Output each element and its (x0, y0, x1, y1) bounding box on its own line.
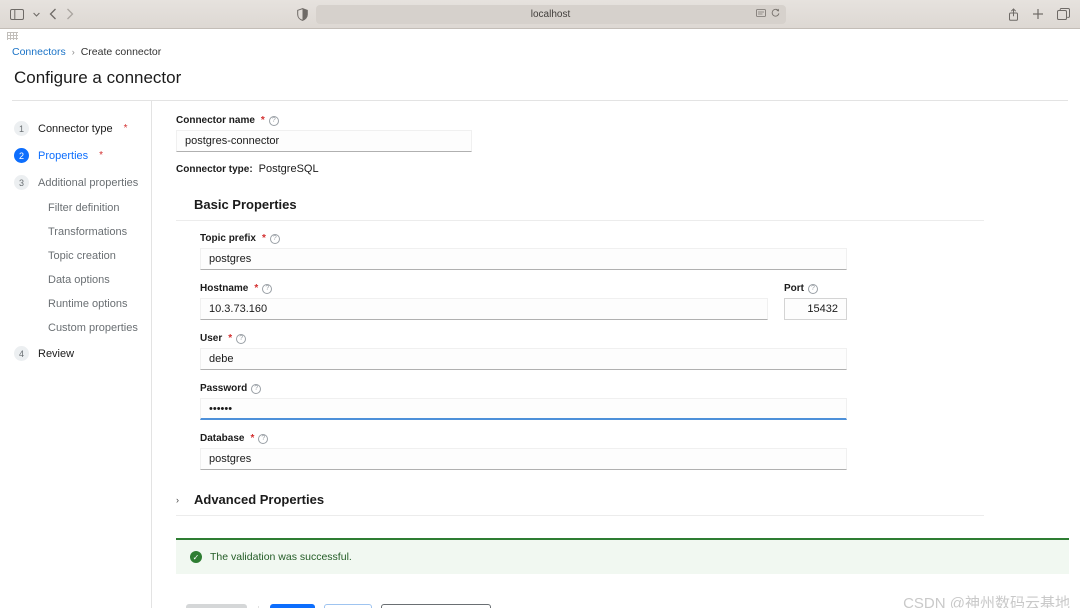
review-and-finish-button[interactable]: Review and finish (381, 604, 491, 608)
user-label: User * ? (200, 333, 847, 344)
database-label: Database * ? (200, 433, 847, 444)
user-group: User * ? debe (200, 333, 847, 370)
advanced-properties-title: Advanced Properties (194, 492, 324, 507)
hostname-group: Hostname * ? 10.3.73.160 (200, 283, 768, 320)
help-icon[interactable]: ? (270, 234, 280, 244)
form-content: Connector name * ? postgres-connector Co… (152, 101, 1080, 608)
sidebar-item-topic-creation[interactable]: Topic creation (0, 244, 151, 268)
password-group: Password ? •••••• (200, 383, 847, 420)
user-input[interactable]: debe (200, 348, 847, 370)
sidebar-step-label: Review (38, 348, 74, 360)
connector-name-input[interactable]: postgres-connector (176, 130, 472, 152)
sidebar-item-data-options[interactable]: Data options (0, 268, 151, 292)
chevron-down-icon[interactable] (33, 12, 40, 17)
help-icon[interactable]: ? (251, 384, 261, 394)
required-asterisk: * (228, 333, 232, 344)
section-divider (176, 515, 984, 516)
sidebar-step-connector-type[interactable]: 1 Connector type * (0, 115, 151, 142)
required-asterisk: * (124, 123, 128, 134)
connector-type-label: Connector type: (176, 164, 253, 175)
help-icon[interactable]: ? (236, 334, 246, 344)
basic-properties-header[interactable]: ⱟ Basic Properties (176, 197, 1080, 212)
breadcrumb: Connectors › Create connector (0, 42, 1080, 58)
breadcrumb-current: Create connector (81, 46, 162, 58)
step-number: 1 (14, 121, 29, 136)
check-circle-icon: ✓ (190, 551, 202, 563)
chevron-down-icon: ⱟ (176, 200, 184, 210)
port-input[interactable]: 15432 (784, 298, 847, 320)
topic-prefix-input[interactable]: postgres (200, 248, 847, 270)
password-input[interactable]: •••••• (200, 398, 847, 420)
url-text: localhost (531, 9, 570, 20)
sidebar-step-additional-properties[interactable]: 3 Additional properties (0, 169, 151, 196)
sidebar-item-filter-definition[interactable]: Filter definition (0, 196, 151, 220)
required-asterisk: * (261, 115, 265, 126)
sidebar-step-label: Properties (38, 150, 88, 162)
grid-icon (7, 32, 18, 40)
required-asterisk: * (262, 233, 266, 244)
reload-icon[interactable] (771, 8, 780, 20)
breadcrumb-link-connectors[interactable]: Connectors (12, 46, 66, 58)
port-label: Port ? (784, 283, 847, 294)
validate-button[interactable]: Validate (186, 604, 247, 608)
password-label: Password ? (200, 383, 847, 394)
database-input[interactable]: postgres (200, 448, 847, 470)
step-number: 4 (14, 346, 29, 361)
validation-alert: ✓ The validation was successful. (176, 538, 1069, 574)
plus-icon[interactable] (1032, 8, 1044, 20)
sidebar-toggle-icon[interactable] (10, 9, 24, 20)
help-icon[interactable]: ? (269, 116, 279, 126)
favicon-strip (0, 29, 1080, 42)
topic-prefix-group: Topic prefix * ? postgres (200, 233, 847, 270)
hostname-port-row: Hostname * ? 10.3.73.160 Port ? 15432 (200, 283, 847, 320)
forward-arrow-icon[interactable] (66, 8, 74, 20)
basic-properties-title: Basic Properties (194, 197, 297, 212)
tab-overview-icon[interactable] (1057, 8, 1070, 20)
reader-icon[interactable] (756, 9, 766, 20)
back-button[interactable]: Back (324, 604, 372, 608)
port-group: Port ? 15432 (784, 283, 847, 320)
hostname-input[interactable]: 10.3.73.160 (200, 298, 768, 320)
sidebar-step-review[interactable]: 4 Review (0, 340, 151, 367)
sidebar-step-label: Additional properties (38, 177, 138, 189)
chevron-right-icon: › (176, 495, 184, 505)
advanced-properties-header[interactable]: › Advanced Properties (176, 492, 1080, 507)
connector-name-group: Connector name * ? postgres-connector (176, 115, 472, 152)
back-arrow-icon[interactable] (49, 8, 57, 20)
topic-prefix-label: Topic prefix * ? (200, 233, 847, 244)
sidebar-step-properties[interactable]: 2 Properties * (0, 142, 151, 169)
basic-properties-body: Topic prefix * ? postgres Hostname * ? 1… (176, 221, 847, 470)
connector-type-value: PostgreSQL (259, 163, 319, 175)
database-group: Database * ? postgres (200, 433, 847, 470)
required-asterisk: * (254, 283, 258, 294)
help-icon[interactable]: ? (262, 284, 272, 294)
share-icon[interactable] (1008, 8, 1019, 21)
step-number: 3 (14, 175, 29, 190)
step-number: 2 (14, 148, 29, 163)
wizard-sidebar: 1 Connector type * 2 Properties * 3 Addi… (0, 101, 152, 608)
help-icon[interactable]: ? (808, 284, 818, 294)
sidebar-item-runtime-options[interactable]: Runtime options (0, 292, 151, 316)
address-bar[interactable]: localhost (316, 5, 786, 24)
main-layout: 1 Connector type * 2 Properties * 3 Addi… (0, 101, 1080, 608)
help-icon[interactable]: ? (258, 434, 268, 444)
sidebar-item-custom-properties[interactable]: Custom properties (0, 316, 151, 340)
hostname-label: Hostname * ? (200, 283, 768, 294)
validation-alert-text: The validation was successful. (210, 551, 352, 563)
next-button[interactable]: Next (270, 604, 315, 608)
sidebar-item-transformations[interactable]: Transformations (0, 220, 151, 244)
connector-name-label: Connector name * ? (176, 115, 472, 126)
cancel-button[interactable]: Cancel (500, 604, 546, 608)
sidebar-step-label: Connector type (38, 123, 113, 135)
connector-type-row: Connector type: PostgreSQL (176, 163, 1080, 175)
watermark: CSDN @神州数码云基地 (903, 592, 1070, 608)
required-asterisk: * (99, 150, 103, 161)
page-title: Configure a connector (0, 58, 1080, 100)
browser-toolbar: localhost (0, 0, 1080, 29)
required-asterisk: * (250, 433, 254, 444)
breadcrumb-separator: › (72, 47, 75, 57)
shield-icon[interactable] (297, 8, 308, 21)
